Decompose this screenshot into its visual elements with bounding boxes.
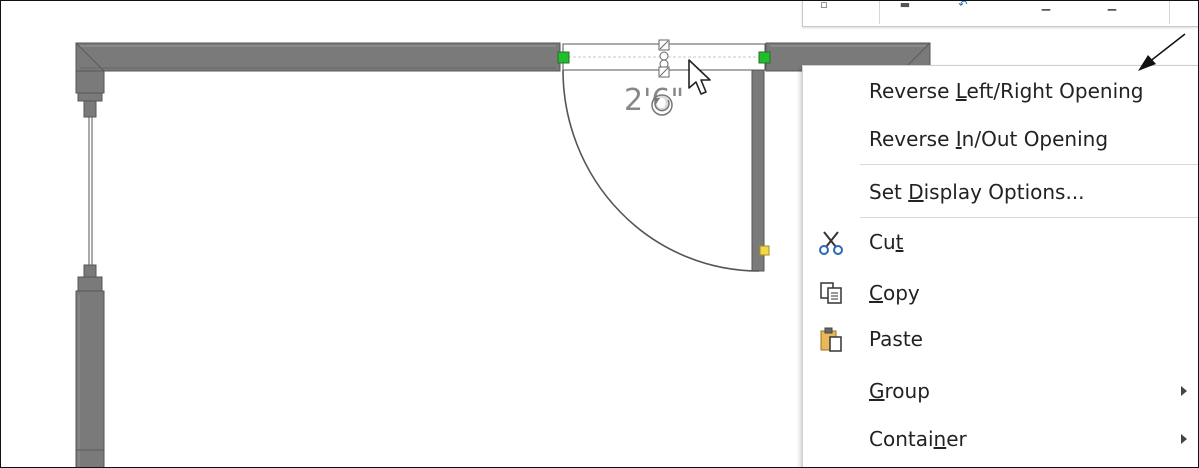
connector-icon[interactable]: ↶ xyxy=(953,0,973,10)
handle-yellow[interactable] xyxy=(759,245,770,256)
menu-item-set-display-options[interactable]: Set Display Options... xyxy=(803,169,1199,215)
menu-item-label: Container xyxy=(869,427,967,451)
container-icon[interactable]: ▁ xyxy=(1039,0,1053,10)
context-menu: Reverse Left/Right Opening Reverse In/Ou… xyxy=(802,65,1199,468)
mini-toolbar: ▫ ▬ ↶ ▁ ▁ xyxy=(802,0,1199,27)
submenu-arrow-icon xyxy=(1181,386,1187,396)
menu-item-reverse-in-out[interactable]: Reverse In/Out Opening xyxy=(803,116,1199,162)
submenu-arrow-icon xyxy=(1181,434,1187,444)
menu-item-label: Paste xyxy=(869,327,923,351)
callout-arrow-icon xyxy=(1138,33,1186,71)
scissors-icon xyxy=(819,231,843,255)
mouse-pointer-icon xyxy=(688,59,711,95)
menu-item-label: Group xyxy=(869,379,930,403)
door-shape-selected[interactable] xyxy=(562,43,766,272)
paste-icon xyxy=(820,327,842,352)
copy-icon xyxy=(820,282,842,304)
toolbar-separator xyxy=(1169,0,1170,24)
menu-item-paste[interactable]: Paste xyxy=(803,316,1199,362)
menu-item-label: Reverse Left/Right Opening xyxy=(869,79,1144,103)
line-icon[interactable]: ▬ xyxy=(895,0,915,10)
menu-item-cut[interactable]: Cut xyxy=(803,219,1199,265)
menu-item-group[interactable]: Group xyxy=(803,368,1199,414)
left-window[interactable] xyxy=(88,117,93,265)
rotation-handle[interactable] xyxy=(651,94,673,116)
left-wall-upper[interactable] xyxy=(75,70,105,118)
shape-icon[interactable]: ▫ xyxy=(819,0,829,10)
left-wall-lower[interactable] xyxy=(75,264,105,468)
control-handles[interactable] xyxy=(658,39,670,78)
menu-item-container[interactable]: Container xyxy=(803,416,1199,462)
handle-green-right[interactable] xyxy=(758,51,771,64)
menu-item-label: Reverse In/Out Opening xyxy=(869,127,1109,151)
menu-separator xyxy=(860,164,1199,165)
menu-item-label: Copy xyxy=(869,281,920,305)
menu-item-label: Cut xyxy=(869,230,904,254)
top-wall-left[interactable] xyxy=(75,42,561,72)
handle-green-left[interactable] xyxy=(557,51,570,64)
menu-separator xyxy=(860,217,1199,218)
menu-item-label: Set Display Options... xyxy=(869,180,1085,204)
visio-canvas[interactable]: 2'6" ▫ ▬ ↶ ▁ ▁ Reverse Left/Right Openin… xyxy=(0,0,1199,468)
menu-item-copy[interactable]: Copy xyxy=(803,270,1199,316)
toolbar-separator xyxy=(879,0,880,24)
fill-icon[interactable]: ▁ xyxy=(1105,0,1119,10)
